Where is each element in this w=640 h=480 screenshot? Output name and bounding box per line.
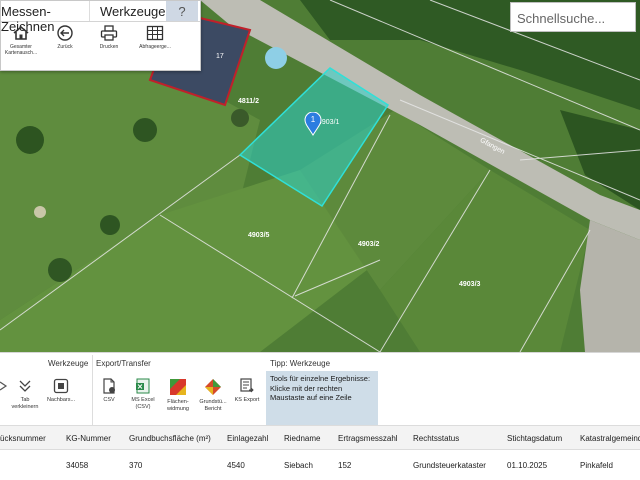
full-extent-button[interactable]: Gesamter Kartenausch... (1, 25, 41, 56)
print-button[interactable]: Drucken (89, 25, 129, 50)
flaechenwidmung-label: Flächen-widmung (166, 399, 189, 412)
nachbars-label: Nachbars... (46, 397, 76, 403)
tab-messen-zeichnen[interactable]: Messen-Zeichnen (1, 1, 89, 34)
cell-katastralgemeinde: Pinkafeld (580, 461, 613, 470)
tab-werkzeuge[interactable]: Werkzeuge (89, 1, 166, 21)
neighbor-parcels-icon (53, 378, 69, 394)
search-input[interactable]: Schnellsuche... (510, 2, 636, 32)
ms-excel-button[interactable]: MS Excel (CSV) (126, 378, 160, 410)
ribbon-tab-export[interactable]: Export/Transfer (96, 359, 151, 368)
col-stichtagsdatum[interactable]: Stichtagsdatum (507, 434, 562, 443)
zoning-map-icon (170, 379, 186, 395)
parcel-report-icon (205, 379, 221, 395)
cell-riedname: Siebach (284, 461, 313, 470)
col-grundbuchsflaeche[interactable]: Grundbuchsfläche (m²) (129, 434, 211, 443)
ribbon-tab-werkzeuge[interactable]: Werkzeuge (48, 359, 88, 368)
query-results-button[interactable]: Abfrageerge... (133, 25, 177, 50)
excel-icon (136, 378, 150, 394)
col-grundstuecksnummer[interactable]: ücksnummer (0, 434, 46, 443)
table-icon (146, 25, 164, 41)
col-ertragsmesszahl[interactable]: Ertragsmesszahl (338, 434, 398, 443)
location-marker[interactable]: 1 (304, 112, 322, 136)
grundstueck-bericht-label: Grundstü... Bericht (199, 399, 227, 412)
col-einlagezahl[interactable]: Einlagezahl (227, 434, 268, 443)
parcel-label-4903-2: 4903/2 (358, 241, 380, 248)
flaechenwidmung-button[interactable]: Flächen-widmung (161, 378, 195, 412)
tab-verkleinern-label: Tab verkleinern (11, 397, 39, 410)
col-kg-nummer[interactable]: KG-Nummer (66, 434, 111, 443)
print-label: Drucken (99, 44, 119, 50)
printer-icon (100, 25, 118, 41)
marker-number: 1 (310, 115, 316, 124)
col-rechtsstatus[interactable]: Rechtsstatus (413, 434, 459, 443)
toolbar-tabs: Messen-Zeichnen Werkzeuge ? (1, 1, 200, 34)
cell-ertragsmesszahl: 152 (338, 461, 352, 470)
col-riedname[interactable]: Riedname (284, 434, 320, 443)
export-list-icon (240, 378, 254, 393)
nachbars-button[interactable]: Nachbars... (44, 378, 78, 404)
cell-einlagezahl: 4540 (227, 461, 245, 470)
ms-excel-label: MS Excel (CSV) (131, 397, 155, 410)
ks-export-label: KS Export (234, 397, 260, 403)
cell-grundbuchsflaeche: 370 (129, 461, 143, 470)
csv-button[interactable]: CSV (92, 378, 126, 404)
table-row[interactable]: 34058 370 4540 Siebach 152 Grundsteuerka… (0, 450, 640, 480)
cell-kg-nummer: 34058 (66, 461, 89, 470)
results-ribbon: Werkzeuge Export/Transfer Tipp: Werkzeug… (0, 352, 640, 426)
map-toolbar: Messen-Zeichnen Werkzeuge ? Gesamter Kar… (0, 0, 201, 71)
chevron-double-down-icon (19, 380, 31, 392)
back-arrow-icon (57, 25, 73, 41)
home-icon (13, 25, 29, 40)
results-table-header: ücksnummer KG-Nummer Grundbuchsfläche (m… (0, 425, 640, 450)
tip-box: Tools für einzelne Ergebnisse: Klicke mi… (266, 371, 378, 425)
full-extent-label: Gesamter Kartenausch... (4, 44, 38, 56)
parcel-label-4811-2: 4811/2 (238, 98, 260, 105)
parcel-label-4903-3: 4903/3 (459, 281, 481, 288)
ribbon-tab-tipp[interactable]: Tipp: Werkzeuge (270, 359, 330, 368)
ks-export-button[interactable]: KS Export (230, 378, 264, 404)
tab-verkleinern-button[interactable]: Tab verkleinern (8, 378, 42, 410)
tab-help[interactable]: ? (166, 1, 198, 21)
back-label: Zurück (57, 44, 73, 50)
cell-stichtagsdatum: 01.10.2025 (507, 461, 548, 470)
parcel-label-17: 17 (216, 53, 224, 60)
csv-file-icon (103, 378, 115, 394)
grundstueck-bericht-button[interactable]: Grundstü... Bericht (196, 378, 230, 412)
query-results-label: Abfrageerge... (139, 44, 171, 50)
cell-rechtsstatus: Grundsteuerkataster (413, 461, 486, 470)
csv-label: CSV (103, 397, 115, 403)
back-button[interactable]: Zurück (45, 25, 85, 50)
col-katastralgemeinde[interactable]: Katastralgemeinde (580, 434, 640, 443)
parcel-label-4903-5: 4903/5 (248, 232, 270, 239)
